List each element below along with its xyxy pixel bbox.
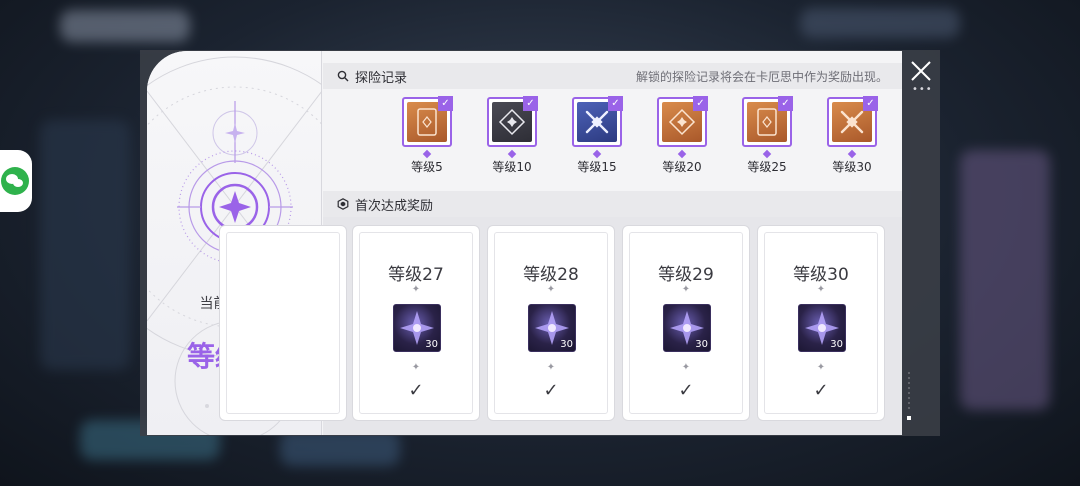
reward-item-icon[interactable]: 30 xyxy=(528,304,576,352)
rewards-title: 首次达成奖励 xyxy=(355,198,434,214)
record-card: ✓ xyxy=(742,96,793,147)
record-card: ✓ xyxy=(402,96,453,147)
sparkle-icon: ✦ xyxy=(546,284,556,295)
scroll-indicator xyxy=(907,372,911,420)
milestone-label: 等级5 xyxy=(411,160,443,174)
milestone-label: 等级20 xyxy=(662,160,702,174)
bg-blur xyxy=(60,10,190,42)
reward-level: 等级30 xyxy=(793,265,849,285)
bg-blur xyxy=(800,8,960,38)
claimed-check-icon: ✓ xyxy=(678,380,694,401)
wechat-float-button[interactable] xyxy=(0,150,32,212)
milestone-level-10[interactable]: ✓ 等级10 xyxy=(484,96,540,175)
milestone-level-5[interactable]: ✓ 等级5 xyxy=(399,96,455,175)
diamond-icon xyxy=(677,149,687,159)
milestone-label: 等级30 xyxy=(832,160,872,174)
reward-card-partial[interactable] xyxy=(219,225,347,421)
record-card: ✓ xyxy=(487,96,538,147)
claimed-check-icon: ✓ xyxy=(543,380,559,401)
record-card: ✓ xyxy=(827,96,878,147)
bg-blur xyxy=(960,150,1050,410)
sparkle-icon: ✦ xyxy=(681,362,691,373)
rewards-list[interactable]: 等级27 ✦ 30 ✦ ✓ 等级28 ✦ 30 ✦ ✓ 等级29 ✦ 30 ✦ … xyxy=(219,217,902,435)
more-dots-icon: ••• xyxy=(912,84,933,95)
records-header: 探险记录 解锁的探险记录将会在卡厄思中作为奖励出现。 xyxy=(323,63,902,89)
reward-card[interactable]: 等级29 ✦ 30 ✦ ✓ xyxy=(622,225,750,421)
reward-item-icon[interactable]: 30 xyxy=(393,304,441,352)
close-icon[interactable] xyxy=(906,56,936,86)
record-card: ✓ xyxy=(572,96,623,147)
sparkle-icon: ✦ xyxy=(411,284,421,295)
bg-blur xyxy=(40,120,130,370)
milestone-level-25[interactable]: ✓ 等级25 xyxy=(739,96,795,175)
item-count: 30 xyxy=(560,339,573,350)
exploration-dialog: 当前探索度 等级30 MAX 探险记录 解锁的探险记录将会在卡厄思中作为奖励出现… xyxy=(147,51,902,435)
reward-level: 等级29 xyxy=(658,265,714,285)
milestone-label: 等级15 xyxy=(577,160,617,174)
milestone-label: 等级25 xyxy=(747,160,787,174)
wechat-icon xyxy=(1,167,29,195)
claimed-check-icon: ✓ xyxy=(813,380,829,401)
sparkle-icon: ✦ xyxy=(546,362,556,373)
reward-item-icon[interactable]: 30 xyxy=(798,304,846,352)
sparkle-icon: ✦ xyxy=(816,284,826,295)
item-count: 30 xyxy=(695,339,708,350)
sparkle-icon: ✦ xyxy=(681,284,691,295)
check-icon: ✓ xyxy=(778,96,793,111)
check-icon: ✓ xyxy=(693,96,708,111)
diamond-icon xyxy=(507,149,517,159)
reward-level: 等级28 xyxy=(523,265,579,285)
diamond-icon xyxy=(422,149,432,159)
sparkle-icon: ✦ xyxy=(816,362,826,373)
reward-card[interactable]: 等级30 ✦ 30 ✦ ✓ xyxy=(757,225,885,421)
item-count: 30 xyxy=(830,339,843,350)
reward-card[interactable]: 等级28 ✦ 30 ✦ ✓ xyxy=(487,225,615,421)
diamond-icon xyxy=(592,149,602,159)
records-title: 探险记录 xyxy=(355,70,408,86)
diamond-icon xyxy=(847,149,857,159)
diamond-icon xyxy=(762,149,772,159)
record-card: ✓ xyxy=(657,96,708,147)
check-icon: ✓ xyxy=(863,96,878,111)
records-note: 解锁的探险记录将会在卡厄思中作为奖励出现。 xyxy=(635,69,888,84)
item-count: 30 xyxy=(425,339,438,350)
check-icon: ✓ xyxy=(608,96,623,111)
reward-card[interactable]: 等级27 ✦ 30 ✦ ✓ xyxy=(352,225,480,421)
rewards-header: 首次达成奖励 xyxy=(323,191,902,217)
search-icon xyxy=(337,70,349,82)
milestone-level-15[interactable]: ✓ 等级15 xyxy=(569,96,625,175)
sparkle-icon: ✦ xyxy=(411,362,421,373)
reward-level: 等级27 xyxy=(388,265,444,285)
card-frame xyxy=(226,232,340,414)
milestone-label: 等级10 xyxy=(492,160,532,174)
milestone-level-30[interactable]: ✓ 等级30 xyxy=(824,96,880,175)
claimed-check-icon: ✓ xyxy=(408,380,424,401)
hexagon-icon xyxy=(337,198,349,210)
milestone-level-20[interactable]: ✓ 等级20 xyxy=(654,96,710,175)
reward-item-icon[interactable]: 30 xyxy=(663,304,711,352)
milestone-track: ✓ 等级5 ✓ 等级10 ✓ 等级15 ✓ 等级20 ✓ 等级25 ✓ 等级30 xyxy=(323,89,902,220)
check-icon: ✓ xyxy=(523,96,538,111)
check-icon: ✓ xyxy=(438,96,453,111)
